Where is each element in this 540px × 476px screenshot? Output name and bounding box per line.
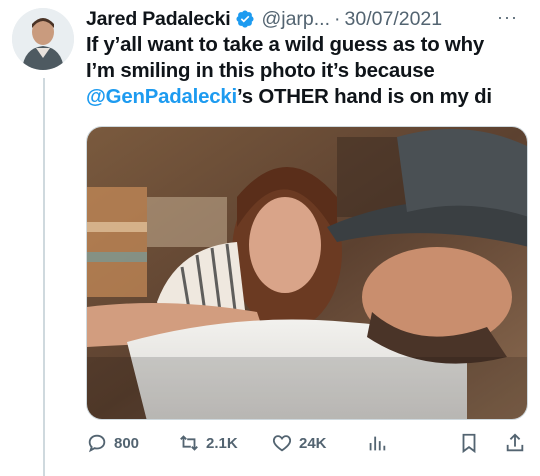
tweet-text-line: @GenPadalecki’s OTHER hand is on my di: [86, 84, 528, 110]
like-icon: [272, 435, 292, 452]
tweet-text-line: If y’all want to take a wild guess as to…: [86, 34, 484, 56]
share-button[interactable]: [504, 432, 532, 454]
photo-image: [87, 127, 527, 419]
bookmark-icon: [462, 433, 476, 454]
bookmark-button[interactable]: [458, 432, 486, 454]
reply-count: 800: [114, 434, 140, 452]
retweet-count: 2.1K: [206, 434, 238, 452]
retweet-icon: [180, 435, 198, 451]
like-button[interactable]: 24K: [271, 432, 327, 454]
mention-link[interactable]: @GenPadalecki: [86, 86, 237, 108]
tweet-header: Jared Padalecki @jarp... · 30/07/2021 ··…: [86, 7, 526, 31]
thread-line: [43, 78, 45, 476]
avatar-image: [12, 8, 74, 70]
retweet-button[interactable]: 2.1K: [178, 432, 238, 454]
tweet-photo[interactable]: [86, 126, 528, 420]
reply-icon: [88, 434, 106, 453]
verified-badge-icon: [236, 10, 254, 28]
author-name[interactable]: Jared Padalecki: [86, 8, 231, 31]
separator-dot: ·: [334, 7, 341, 30]
like-count: 24K: [299, 434, 327, 452]
tweet-text: If y’all want to take a wild guess as to…: [86, 32, 528, 110]
tweet-date[interactable]: 30/07/2021: [345, 8, 443, 31]
author-handle[interactable]: @jarp...: [261, 8, 330, 31]
share-icon: [506, 433, 524, 452]
more-options-icon[interactable]: ···: [497, 7, 518, 28]
tweet-actions: 800 2.1K 24K: [86, 428, 532, 458]
tweet-text-tail: ’s OTHER hand is on my di: [237, 86, 492, 108]
tweet-text-line: I’m smiling in this photo it’s because: [86, 60, 435, 82]
reply-button[interactable]: 800: [86, 432, 139, 454]
views-button[interactable]: [366, 432, 394, 454]
avatar[interactable]: [12, 8, 74, 70]
views-icon: [369, 436, 386, 451]
